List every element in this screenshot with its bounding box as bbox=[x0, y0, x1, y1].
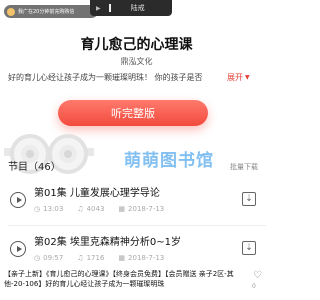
episode-duration: 09:57 bbox=[43, 254, 64, 262]
episode-duration: 13:03 bbox=[43, 205, 64, 213]
episode-meta: ◷ 13:03 ♫ 4043 ▦ 2018-7-13 bbox=[34, 205, 178, 213]
play-icon[interactable] bbox=[10, 241, 26, 257]
bar-marker bbox=[108, 4, 111, 12]
course-description: 好的育儿心经让孩子成为一颗璀璨明珠！ 你的孩子是否 bbox=[8, 73, 203, 82]
clock-icon: ◷ bbox=[34, 254, 41, 262]
watermark: 萌萌图书馆 bbox=[124, 151, 214, 171]
avatar bbox=[7, 7, 15, 16]
episode-meta: ◷ 09:57 ♫ 1716 ▦ 2018-7-13 bbox=[34, 254, 178, 262]
purchase-notice: 我广在20分钟前充购购信 bbox=[4, 5, 98, 18]
episode-plays: 1716 bbox=[86, 254, 105, 262]
episode-title[interactable]: 第02集 埃里克森精神分析0~1岁 bbox=[34, 233, 181, 248]
course-author[interactable]: 鼎泓文化 bbox=[0, 56, 273, 67]
download-icon[interactable]: ⇣ bbox=[242, 192, 256, 206]
like-icon[interactable]: ♡ bbox=[253, 270, 262, 281]
calendar-icon: ▦ bbox=[118, 254, 126, 262]
headphone-icon: ♫ bbox=[77, 205, 84, 213]
episode-row[interactable]: 第01集 儿童发展心理学导论 ◷ 13:03 ♫ 4043 ▦ 2018-7-13 ⇣ bbox=[0, 178, 273, 224]
divider bbox=[8, 225, 266, 226]
section-title: 节目（46） bbox=[8, 162, 61, 173]
expand-button[interactable]: 展开 ▼ bbox=[227, 72, 250, 83]
headphone-icon: ♫ bbox=[77, 254, 84, 262]
purchase-notice-text: 我广在20分钟前充购购信 bbox=[18, 9, 75, 15]
episode-date: 2018-7-13 bbox=[128, 205, 165, 213]
play-icon[interactable]: ▶ bbox=[96, 5, 101, 12]
episode-date: 2018-7-13 bbox=[128, 254, 165, 262]
audio-bar[interactable]: ▶ 陆戒 bbox=[90, 0, 172, 16]
top-banner: 我广在20分钟前充购购信 ▶ 陆戒 bbox=[0, 0, 273, 22]
play-icon[interactable] bbox=[10, 192, 26, 208]
bottom-caption: 【亲子上新】《育儿愈己的心理课》【终身会员免费】【会员赠送 亲子2区-其他-20… bbox=[0, 267, 273, 300]
listen-full-button[interactable]: 听完整版 bbox=[58, 100, 208, 126]
expand-label: 展开 bbox=[227, 73, 243, 82]
like-count: 0 bbox=[252, 283, 256, 290]
batch-download-link[interactable]: 批量下载 bbox=[230, 162, 258, 172]
calendar-icon: ▦ bbox=[118, 205, 126, 213]
chevron-down-icon: ▼ bbox=[245, 74, 250, 81]
audio-bar-label: 陆戒 bbox=[130, 4, 145, 12]
clock-icon: ◷ bbox=[34, 205, 41, 213]
episode-title[interactable]: 第01集 儿童发展心理学导论 bbox=[34, 184, 160, 199]
download-icon[interactable]: ⇣ bbox=[242, 241, 256, 255]
caption-text: 【亲子上新】《育儿愈己的心理课》【终身会员免费】【会员赠送 亲子2区-其他-20… bbox=[4, 270, 234, 288]
course-title: 育儿愈己的心理课 bbox=[80, 37, 193, 53]
episode-plays: 4043 bbox=[86, 205, 105, 213]
